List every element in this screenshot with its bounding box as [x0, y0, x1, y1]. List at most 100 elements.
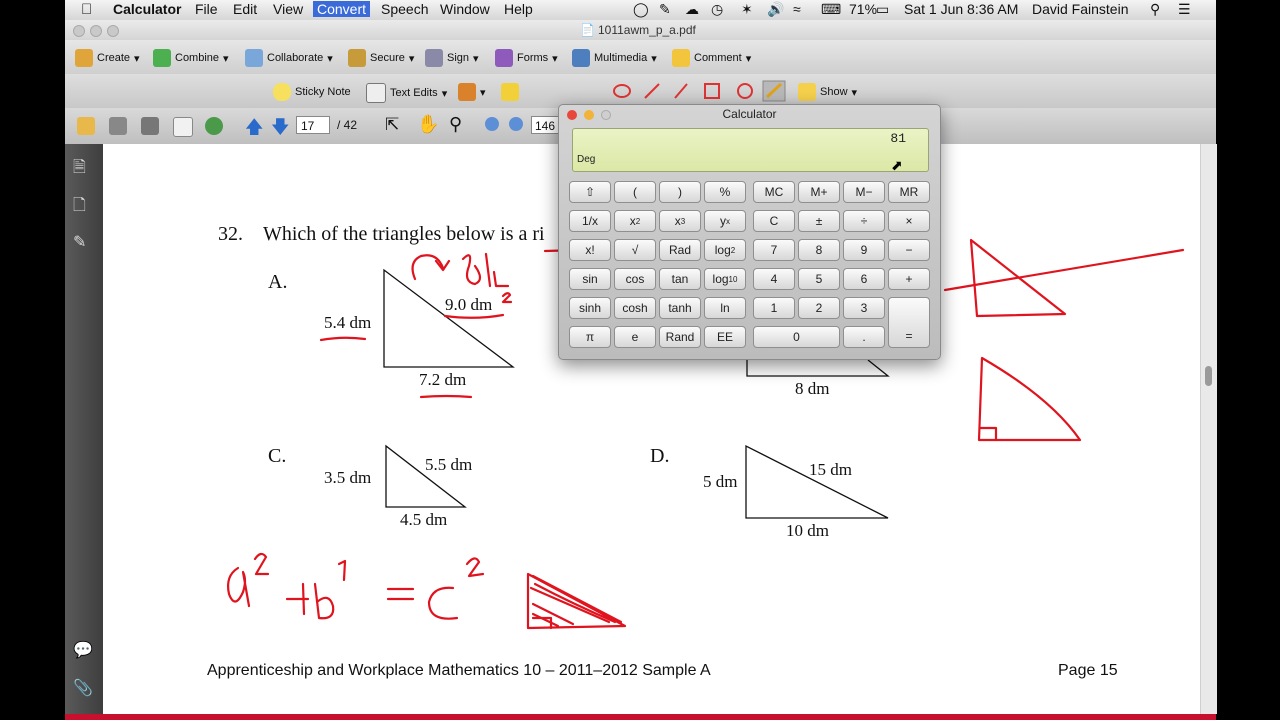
bookmarks-icon[interactable]: 🗋 — [73, 194, 91, 214]
show-button[interactable]: Show ▾ — [798, 83, 857, 101]
collaborate-button[interactable]: Collaborate ▾ — [245, 49, 333, 67]
marquee-zoom-icon[interactable]: ⚲ — [449, 114, 462, 135]
stamp-button[interactable]: ▾ — [458, 83, 486, 101]
spotlight-icon[interactable]: ⚲ — [1150, 1, 1160, 18]
keyboard-icon[interactable]: ⌨ — [821, 1, 841, 18]
key-decimal[interactable]: . — [843, 326, 885, 348]
close-window-button[interactable] — [73, 25, 85, 37]
key-subtract[interactable]: − — [888, 239, 930, 261]
comments-list-icon[interactable]: 💬 — [73, 640, 93, 660]
highlight-text-button[interactable] — [501, 83, 519, 101]
key-1[interactable]: 1 — [753, 297, 795, 319]
key-clear[interactable]: C — [753, 210, 795, 232]
menu-speech[interactable]: Speech — [381, 1, 428, 17]
key-tanh[interactable]: tanh — [659, 297, 701, 319]
key-0[interactable]: 0 — [753, 326, 840, 348]
key-ee[interactable]: EE — [704, 326, 746, 348]
apple-icon[interactable]:  — [81, 1, 92, 18]
zoom-in-icon[interactable] — [509, 117, 523, 131]
email-icon[interactable] — [173, 117, 193, 137]
select-cursor-icon[interactable]: ⇱ — [385, 115, 399, 135]
save-icon[interactable] — [141, 117, 159, 135]
menu-edit[interactable]: Edit — [233, 1, 257, 17]
zoom-input[interactable]: 146 — [531, 116, 561, 134]
key-4[interactable]: 4 — [753, 268, 795, 290]
signatures-icon[interactable]: ✎ — [73, 232, 91, 252]
clock[interactable]: Sat 1 Jun 8:36 AM — [904, 1, 1018, 17]
key-cosh[interactable]: cosh — [614, 297, 656, 319]
key-pi[interactable]: π — [569, 326, 611, 348]
bluetooth-icon[interactable]: ✶ — [741, 1, 753, 18]
battery-percent[interactable]: 71% — [849, 1, 877, 17]
menu-convert[interactable]: Convert — [313, 1, 371, 17]
key-power[interactable]: yx — [704, 210, 746, 232]
open-folder-icon[interactable] — [77, 117, 95, 135]
user-name[interactable]: David Fainstein — [1032, 1, 1129, 17]
vertical-scrollbar[interactable] — [1200, 144, 1217, 714]
key-negate[interactable]: ± — [798, 210, 840, 232]
attachments-icon[interactable]: 📎 — [73, 678, 93, 698]
key-m-minus[interactable]: M− — [843, 181, 885, 203]
zoom-window-button[interactable] — [107, 25, 119, 37]
previous-page-icon[interactable]: 🡅 — [245, 115, 264, 145]
menu-file[interactable]: File — [195, 1, 218, 17]
key-close-paren[interactable]: ) — [659, 181, 701, 203]
key-7[interactable]: 7 — [753, 239, 795, 261]
zoom-out-icon[interactable] — [485, 117, 499, 131]
volume-icon[interactable]: 🔊 — [767, 1, 784, 18]
scrollbar-thumb[interactable] — [1205, 366, 1212, 386]
key-e[interactable]: e — [614, 326, 656, 348]
oval-tool-icon[interactable] — [737, 83, 753, 99]
menu-app-name[interactable]: Calculator — [113, 1, 181, 17]
timemachine-icon[interactable]: ◷ — [711, 1, 723, 18]
arrow-tool-icon[interactable] — [644, 83, 660, 99]
key-factorial[interactable]: x! — [569, 239, 611, 261]
key-tan[interactable]: tan — [659, 268, 701, 290]
next-page-icon[interactable]: 🡇 — [271, 115, 290, 145]
key-sin[interactable]: sin — [569, 268, 611, 290]
key-5[interactable]: 5 — [798, 268, 840, 290]
sticky-note-button[interactable]: Sticky Note — [273, 83, 351, 101]
share-icon[interactable] — [205, 117, 223, 135]
key-equals[interactable]: = — [888, 297, 930, 348]
key-8[interactable]: 8 — [798, 239, 840, 261]
text-edits-button[interactable]: Text Edits ▾ — [366, 83, 447, 103]
minimize-window-button[interactable] — [90, 25, 102, 37]
cloud-tool-icon[interactable] — [613, 84, 631, 98]
page-number-input[interactable]: 17 — [296, 116, 330, 134]
wifi-icon[interactable]: ≈ — [793, 1, 801, 17]
key-6[interactable]: 6 — [843, 268, 885, 290]
notification-list-icon[interactable]: ☰ — [1178, 1, 1191, 18]
sync-icon[interactable]: ◯ — [633, 1, 649, 18]
forms-button[interactable]: Forms ▾ — [495, 49, 558, 67]
battery-icon[interactable]: ▭ — [876, 1, 889, 18]
menu-view[interactable]: View — [273, 1, 303, 17]
secure-button[interactable]: Secure ▾ — [348, 49, 414, 67]
menu-help[interactable]: Help — [504, 1, 533, 17]
key-sqrt[interactable]: √ — [614, 239, 656, 261]
notes-icon[interactable]: ✎ — [659, 1, 671, 18]
print-icon[interactable] — [109, 117, 127, 135]
combine-button[interactable]: Combine ▾ — [153, 49, 229, 67]
key-3[interactable]: 3 — [843, 297, 885, 319]
key-2[interactable]: 2 — [798, 297, 840, 319]
key-ln[interactable]: ln — [704, 297, 746, 319]
key-divide[interactable]: ÷ — [843, 210, 885, 232]
key-rad[interactable]: Rad — [659, 239, 701, 261]
key-9[interactable]: 9 — [843, 239, 885, 261]
comment-button[interactable]: Comment ▾ — [672, 49, 751, 67]
key-sinh[interactable]: sinh — [569, 297, 611, 319]
create-button[interactable]: Create ▾ — [75, 49, 140, 67]
key-cos[interactable]: cos — [614, 268, 656, 290]
key-mr[interactable]: MR — [888, 181, 930, 203]
key-square[interactable]: x2 — [614, 210, 656, 232]
key-m-plus[interactable]: M+ — [798, 181, 840, 203]
key-mc[interactable]: MC — [753, 181, 795, 203]
key-log10[interactable]: log 10 — [704, 268, 746, 290]
page-thumbnails-icon[interactable]: 🗎 — [73, 156, 91, 176]
rectangle-tool-icon[interactable] — [704, 83, 720, 99]
menu-window[interactable]: Window — [440, 1, 490, 17]
line-tool-icon[interactable] — [674, 83, 688, 99]
cloud-icon[interactable]: ☁ — [685, 1, 699, 18]
key-cube[interactable]: x3 — [659, 210, 701, 232]
